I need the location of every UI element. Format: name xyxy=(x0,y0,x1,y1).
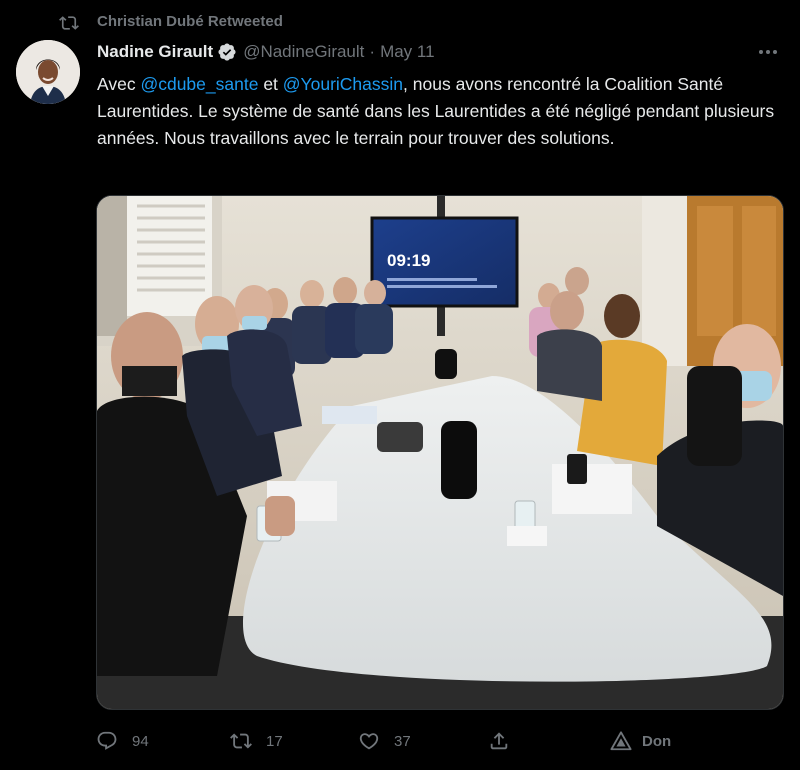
tweet-actions: 94 17 37 Don xyxy=(96,728,786,754)
author-avatar[interactable] xyxy=(16,40,80,104)
tweet-photo[interactable]: 09:19 xyxy=(96,195,784,710)
previous-tweet-cutoff xyxy=(0,0,800,3)
share-button[interactable] xyxy=(488,728,510,754)
tweet-text-part2: et xyxy=(258,74,283,94)
verified-badge-icon xyxy=(218,43,236,61)
reply-icon xyxy=(97,731,117,750)
like-count: 37 xyxy=(394,732,411,750)
more-options-icon[interactable] xyxy=(756,42,780,62)
donate-icon xyxy=(610,731,632,751)
share-icon xyxy=(490,732,508,750)
author-handle[interactable]: @NadineGirault xyxy=(243,42,364,62)
donate-label: Don xyxy=(642,732,672,750)
donate-button[interactable]: Don xyxy=(610,728,671,754)
retweet-button[interactable]: 17 xyxy=(230,728,283,754)
mention-cdube-sante[interactable]: @cdube_sante xyxy=(140,74,258,94)
retweet-icon xyxy=(230,733,252,749)
screen-clock: 09:19 xyxy=(387,251,430,270)
reply-count: 94 xyxy=(132,732,149,750)
retweet-context: Christian Dubé Retweeted xyxy=(0,12,800,34)
retweet-icon xyxy=(59,16,79,30)
author-name[interactable]: Nadine Girault xyxy=(97,42,213,62)
tweet-text-part1: Avec xyxy=(97,74,141,94)
header-separator: · xyxy=(369,42,376,61)
tweet-date[interactable]: May 11 xyxy=(380,42,435,62)
retweet-count: 17 xyxy=(266,732,283,750)
mention-youri-chassin[interactable]: @YouriChassin xyxy=(283,74,403,94)
tweet-header: Nadine Girault @NadineGirault · May 11 xyxy=(97,40,435,64)
reply-button[interactable]: 94 xyxy=(96,728,149,754)
heart-icon xyxy=(359,733,379,750)
tweet-text: Avec @cdube_sante et @YouriChassin, nous… xyxy=(97,71,787,152)
like-button[interactable]: 37 xyxy=(358,728,411,754)
retweet-label[interactable]: Christian Dubé Retweeted xyxy=(97,13,283,30)
